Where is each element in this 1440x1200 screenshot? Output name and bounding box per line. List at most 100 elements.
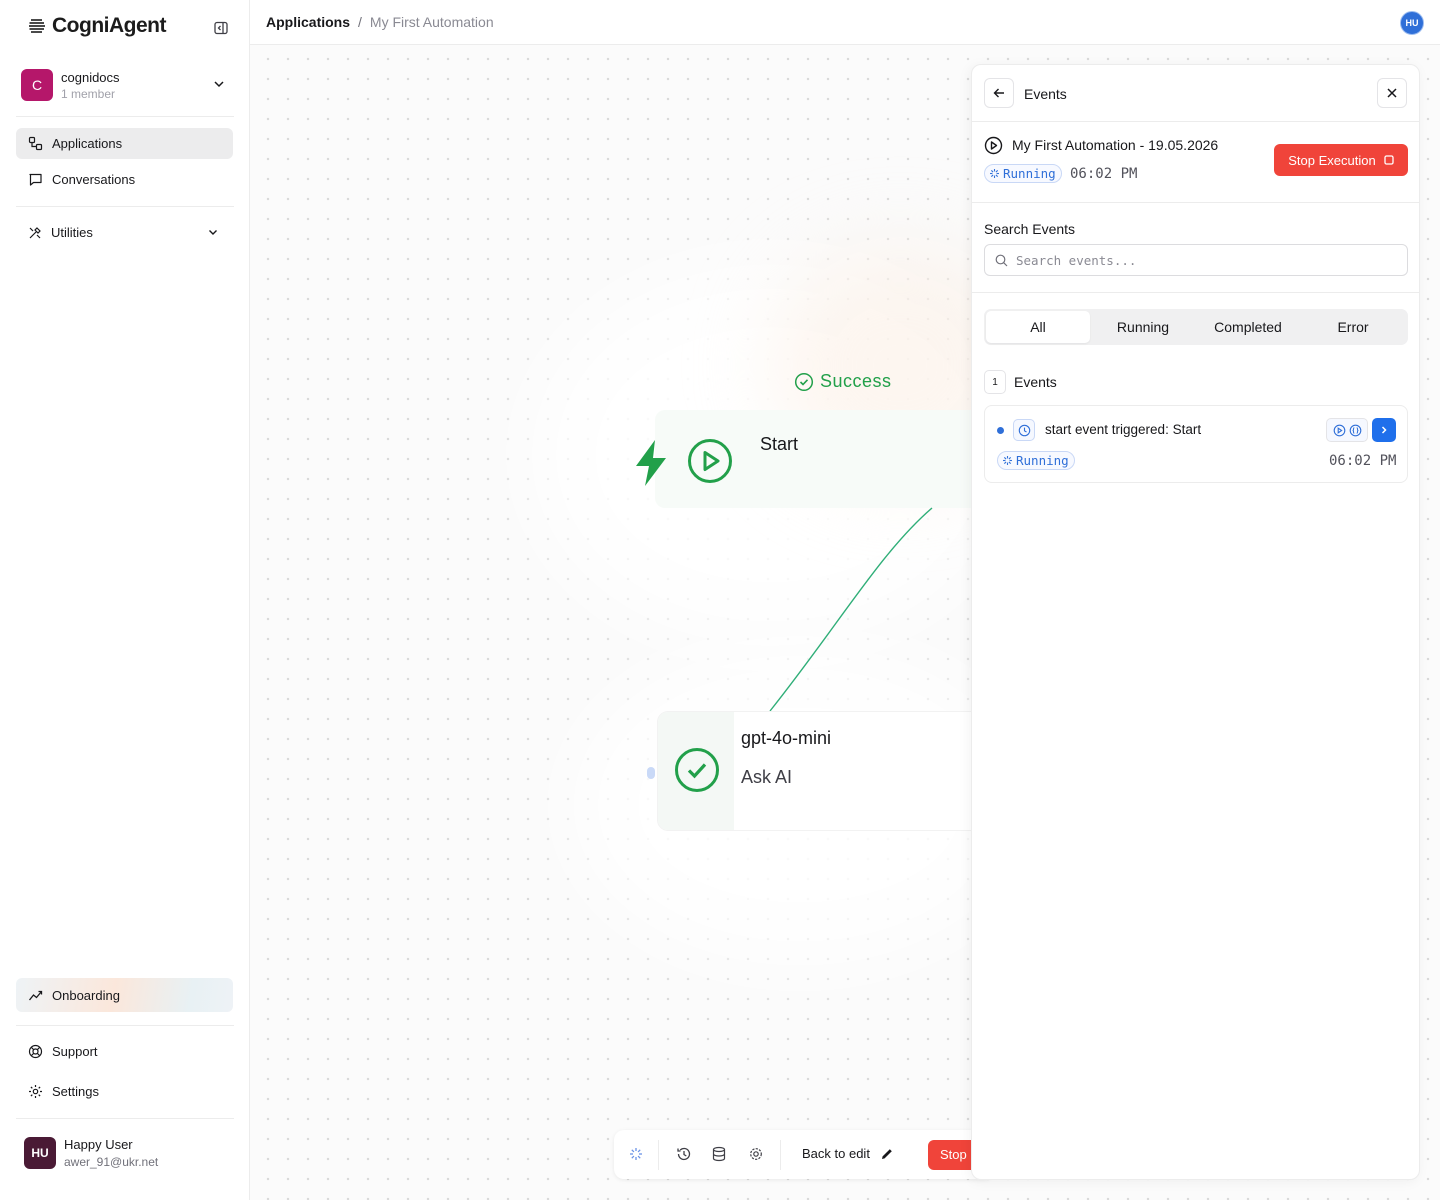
lightning-icon <box>636 440 666 486</box>
panel-divider <box>972 121 1419 122</box>
chevron-down-icon <box>214 81 224 88</box>
close-button[interactable] <box>1377 78 1407 108</box>
stop-execution-label: Stop Execution <box>1288 152 1376 168</box>
chevron-down-icon <box>209 230 217 235</box>
loading-spinner-icon <box>630 1148 642 1160</box>
event-indicator-dot <box>997 427 1004 434</box>
execution-time: 06:02 PM <box>1070 166 1138 182</box>
sidebar-item-label: Applications <box>52 136 123 151</box>
pencil-icon <box>881 1148 892 1159</box>
tools-icon <box>29 226 41 238</box>
tab-running[interactable]: Running <box>1091 311 1195 343</box>
ai-node-icon-column <box>658 712 734 830</box>
tab-error[interactable]: Error <box>1301 311 1405 343</box>
top-bar: Applications / My First Automation HU <box>250 0 1440 45</box>
stop-execution-button[interactable]: Stop Execution <box>1274 144 1408 176</box>
node-input-handle[interactable] <box>647 767 655 779</box>
lifebuoy-icon <box>28 1044 43 1059</box>
toolbar-divider <box>780 1140 781 1170</box>
logo-text: CogniAgent <box>52 14 166 37</box>
event-item[interactable]: start event triggered: Start Running 06:… <box>984 405 1408 483</box>
sidebar-item-support[interactable]: Support <box>16 1036 233 1067</box>
start-node[interactable]: Start <box>636 410 985 508</box>
sidebar-item-label: Settings <box>52 1084 99 1099</box>
search-label: Search Events <box>984 221 1076 237</box>
sidebar-item-label: Support <box>52 1044 98 1059</box>
breadcrumb-separator: / <box>358 14 362 30</box>
panel-divider <box>972 202 1419 203</box>
edge-connector <box>769 507 933 712</box>
gear-icon <box>29 1085 42 1098</box>
search-icon <box>995 254 1008 267</box>
events-count-badge: 1 <box>984 370 1006 394</box>
start-node-title: Start <box>760 434 799 454</box>
play-circle-icon <box>688 439 732 483</box>
close-icon <box>1387 88 1397 98</box>
toolbar-divider <box>658 1140 659 1170</box>
avatar[interactable]: HU <box>1400 11 1424 35</box>
execution-title: My First Automation - 19.05.2026 <box>1012 137 1219 153</box>
play-circle-icon[interactable] <box>1333 424 1346 437</box>
chevron-right-icon <box>1381 426 1387 434</box>
panel-divider <box>972 292 1419 293</box>
org-name: cognidocs <box>61 69 120 85</box>
events-panel: Events My First Automation - 19.05.2026 … <box>971 64 1420 1180</box>
event-text: start event triggered: Start <box>1045 422 1202 437</box>
clock-icon <box>1013 419 1035 441</box>
sidebar: CogniAgent C cognidocs 1 member Applicat… <box>0 0 250 1200</box>
applications-icon <box>28 136 43 151</box>
arrow-left-icon <box>993 88 1004 98</box>
code-braces-icon[interactable] <box>1349 424 1362 437</box>
app-logo[interactable]: CogniAgent <box>28 14 166 38</box>
sidebar-item-utilities[interactable]: Utilities <box>16 217 233 248</box>
search-input[interactable] <box>1016 251 1396 269</box>
sidebar-divider <box>16 1118 234 1119</box>
user-menu[interactable]: HU Happy User awer_91@ukr.net <box>16 1128 233 1178</box>
check-circle-icon <box>675 748 719 792</box>
sidebar-divider <box>16 116 234 117</box>
history-icon[interactable] <box>676 1146 692 1162</box>
chat-bubble-icon <box>29 173 42 186</box>
status-badge: Running <box>997 451 1075 470</box>
sidebar-item-label: Conversations <box>52 172 136 187</box>
onboarding-label: Onboarding <box>52 987 120 1003</box>
breadcrumb-current: My First Automation <box>369 14 494 30</box>
trend-up-icon <box>28 990 43 1000</box>
database-icon[interactable] <box>711 1146 727 1162</box>
status-tabs: All Running Completed Error <box>984 309 1408 345</box>
back-to-edit-button[interactable]: Back to edit <box>802 1146 894 1161</box>
collapse-sidebar-icon[interactable] <box>213 20 229 36</box>
user-avatar: HU <box>24 1137 56 1169</box>
user-email: awer_91@ukr.net <box>64 1155 159 1169</box>
canvas-toolbar: Back to edit Stop <box>614 1130 998 1179</box>
tab-all[interactable]: All <box>986 311 1090 343</box>
onboarding-button[interactable]: Onboarding <box>16 978 233 1012</box>
loading-spinner-icon <box>990 169 999 178</box>
sidebar-item-conversations[interactable]: Conversations <box>16 164 233 195</box>
ai-node[interactable]: gpt-4o-mini Ask AI <box>658 712 988 830</box>
search-field[interactable] <box>984 244 1408 276</box>
gear-icon[interactable] <box>748 1146 764 1162</box>
check-circle-icon <box>794 372 814 391</box>
org-switcher[interactable]: C cognidocs 1 member <box>16 60 234 110</box>
loading-spinner-icon <box>1003 456 1012 465</box>
org-avatar: C <box>21 69 53 101</box>
sidebar-item-applications[interactable]: Applications <box>16 128 233 159</box>
event-open-button[interactable] <box>1372 418 1396 442</box>
sidebar-item-settings[interactable]: Settings <box>16 1076 233 1107</box>
event-actions <box>1326 418 1368 442</box>
events-section-label: Events <box>1014 374 1057 390</box>
user-name: Happy User <box>64 1137 133 1152</box>
success-label: Success <box>820 371 892 391</box>
back-button[interactable] <box>984 78 1014 108</box>
tab-completed[interactable]: Completed <box>1196 311 1300 343</box>
node-status-success: Success <box>794 371 892 392</box>
status-label: Running <box>1003 166 1056 181</box>
play-circle-icon <box>984 136 1003 155</box>
stop-square-icon <box>1384 155 1394 165</box>
sidebar-divider <box>16 206 234 207</box>
breadcrumb: Applications / My First Automation <box>266 14 494 30</box>
org-members: 1 member <box>61 86 116 101</box>
breadcrumb-applications[interactable]: Applications <box>266 14 350 30</box>
logo-mark-icon <box>29 19 45 33</box>
